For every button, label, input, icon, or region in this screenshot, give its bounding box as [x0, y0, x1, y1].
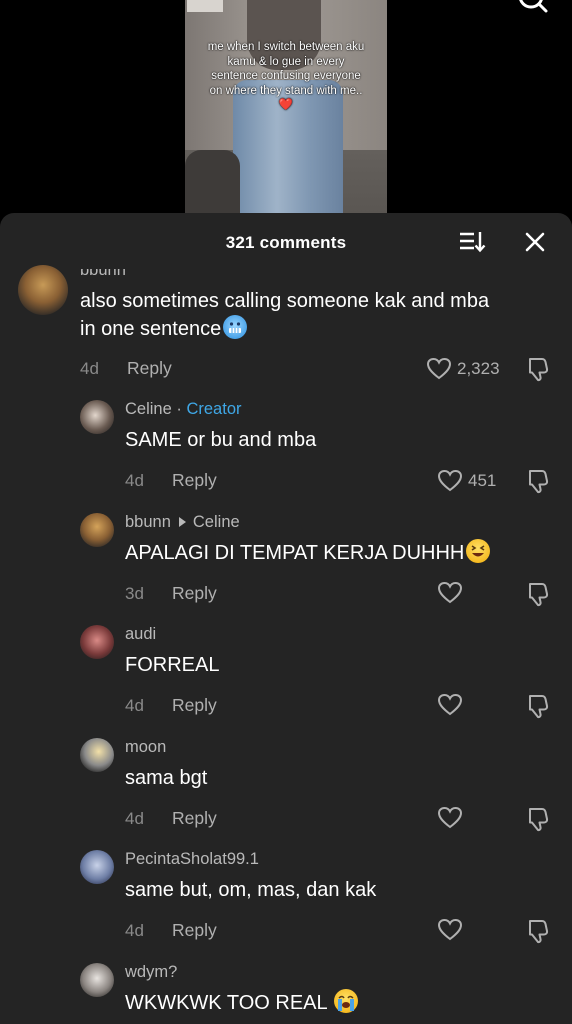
comment-item: bbunn also sometimes calling someone kak… — [0, 213, 572, 403]
like-button[interactable]: 2,323 — [426, 357, 500, 381]
dislike-icon[interactable] — [524, 581, 550, 607]
comment-timestamp: 4d — [125, 809, 144, 828]
comment-text: SAME or bu and mba — [125, 429, 317, 451]
comments-sheet: 321 comments bbunn also sometimes callin… — [0, 213, 572, 1024]
loudly-crying-face-emoji — [334, 989, 359, 1013]
avatar[interactable] — [80, 513, 114, 547]
heart-icon[interactable] — [437, 693, 463, 717]
reply-button[interactable]: Reply — [127, 358, 172, 379]
reply-button[interactable]: Reply — [172, 470, 217, 491]
heart-icon — [437, 469, 463, 492]
comment-text: sama bgt — [125, 767, 208, 789]
comment-text: FORREAL — [125, 654, 220, 676]
reply-button[interactable]: Reply — [172, 920, 217, 941]
like-count: 451 — [468, 471, 497, 490]
dislike-icon[interactable] — [524, 806, 550, 832]
search-icon[interactable] — [515, 0, 549, 16]
comment-username[interactable]: Celine · Creator — [125, 400, 242, 419]
comment-text: same but, om, mas, dan kak — [125, 879, 377, 901]
dislike-icon[interactable] — [524, 693, 550, 719]
comment-timestamp: 3d — [125, 584, 144, 603]
comment-reply-item: Celine · Creator SAME or bu and mba 4d R… — [0, 396, 572, 508]
avatar[interactable] — [80, 625, 114, 659]
comment-text: APALAGI DI TEMPAT KERJA DUHHH — [125, 539, 491, 567]
heart-icon[interactable] — [437, 581, 463, 605]
video-player[interactable]: me when I switch between aku kamu & lo g… — [0, 0, 572, 230]
comment-timestamp: 4d — [125, 921, 144, 940]
comment-username[interactable]: wdym? — [125, 963, 177, 982]
heart-icon[interactable] — [437, 918, 463, 942]
comment-username[interactable]: bbunn Celine — [125, 513, 240, 532]
avatar[interactable] — [80, 850, 114, 884]
avatar[interactable] — [80, 963, 114, 997]
comment-text: WKWKWK TOO REAL — [125, 989, 359, 1017]
comment-username[interactable]: moon — [125, 738, 166, 757]
comment-timestamp: 4d — [125, 471, 144, 490]
comment-username[interactable]: audi — [125, 625, 156, 644]
comment-reply-item: moon sama bgt 4d Reply — [0, 734, 572, 846]
comment-username[interactable]: bbunn — [80, 269, 126, 280]
comment-reply-item: wdym? WKWKWK TOO REAL — [0, 959, 572, 1024]
cold-face-emoji — [223, 315, 248, 339]
comment-reply-item: PecintaSholat99.1 same but, om, mas, dan… — [0, 846, 572, 958]
dislike-icon[interactable] — [524, 356, 550, 382]
comment-text: also sometimes calling someone kak and m… — [80, 290, 490, 340]
comment-timestamp: 4d — [125, 696, 144, 715]
reply-button[interactable]: Reply — [172, 808, 217, 829]
dislike-icon[interactable] — [524, 468, 550, 494]
comment-reply-item: bbunn Celine APALAGI DI TEMPAT KERJA DUHH… — [0, 509, 572, 621]
like-count: 2,323 — [457, 359, 500, 378]
avatar[interactable] — [80, 738, 114, 772]
like-button[interactable]: 451 — [437, 469, 496, 493]
reply-button[interactable]: Reply — [172, 695, 217, 716]
comment-username[interactable]: PecintaSholat99.1 — [125, 850, 259, 869]
dislike-icon[interactable] — [524, 918, 550, 944]
grinning-squinting-face-emoji — [466, 539, 491, 563]
reply-arrow-icon — [178, 517, 186, 528]
comment-timestamp: 4d — [80, 359, 99, 378]
avatar[interactable] — [80, 400, 114, 434]
heart-icon — [426, 357, 452, 380]
reply-button[interactable]: Reply — [172, 583, 217, 604]
heart-icon[interactable] — [437, 806, 463, 830]
comment-reply-item: audi FORREAL 4d Reply — [0, 621, 572, 733]
video-caption: me when I switch between aku kamu & lo g… — [207, 41, 365, 111]
creator-badge: Creator — [186, 400, 242, 418]
avatar[interactable] — [18, 265, 68, 315]
